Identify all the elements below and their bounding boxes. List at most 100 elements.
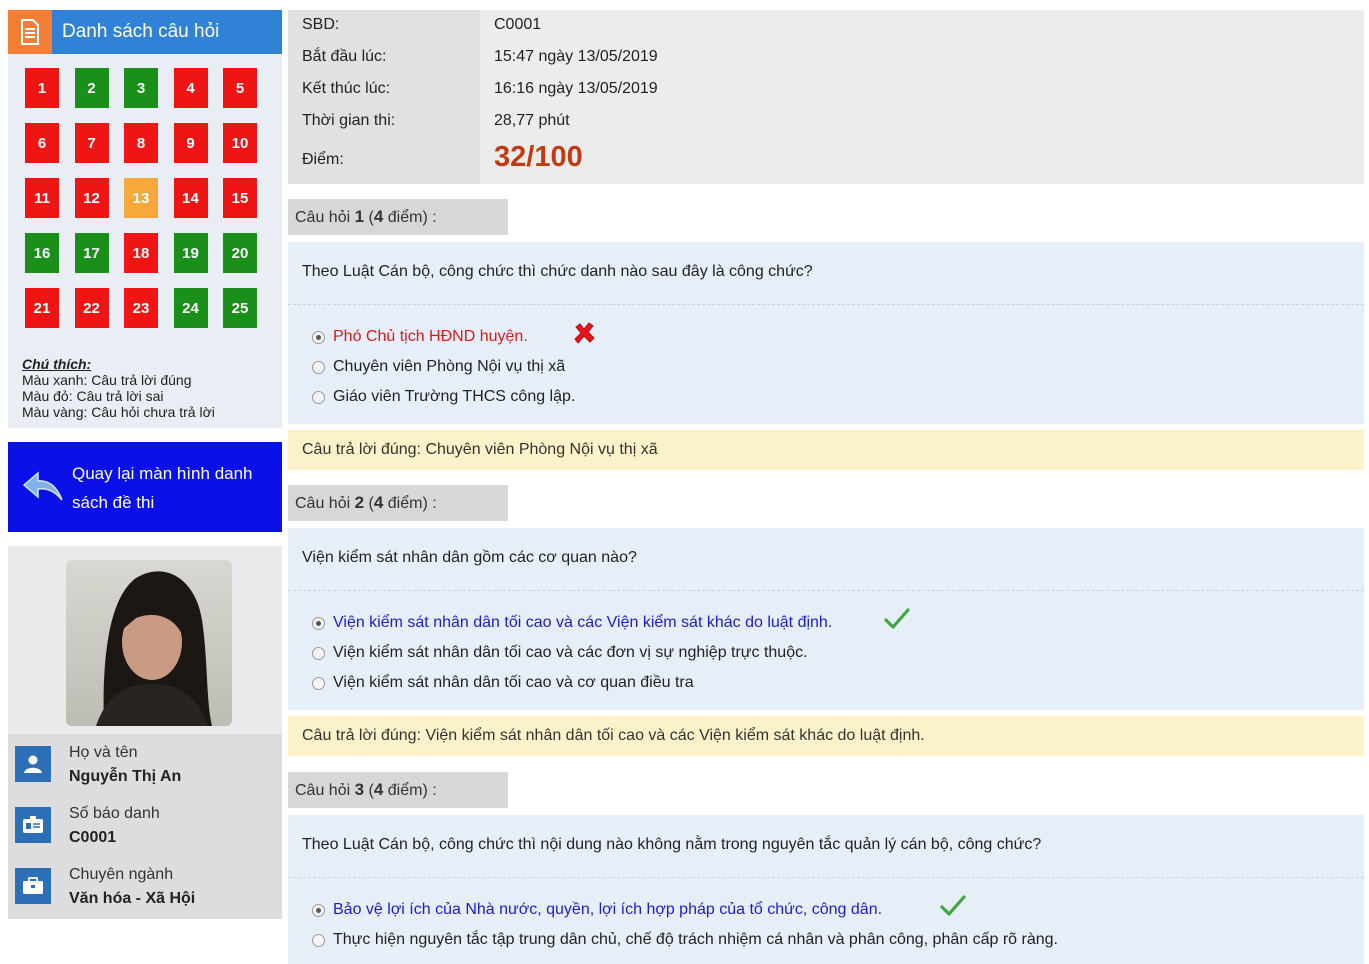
question-nav-10[interactable]: 10 [223,123,257,163]
question-nav-11[interactable]: 11 [25,178,59,218]
id-value: C0001 [69,829,117,846]
score-value: 32/100 [494,141,583,173]
question-nav-19[interactable]: 19 [173,233,208,273]
legend-green: Màu xanh: Câu trả lời đúng [22,372,192,388]
question-2-card: Viện kiểm sát nhân dân gồm các cơ quan n… [288,528,1364,710]
legend: Chú thích: Màu xanh: Câu trả lời đúng Mà… [22,356,215,420]
question-nav-23[interactable]: 23 [124,288,158,328]
question-number: 2 [354,493,365,512]
question-2-text: Viện kiểm sát nhân dân gồm các cơ quan n… [302,549,637,566]
question-nav-6[interactable]: 6 [25,123,59,163]
result-main: SBD: C0001 Bắt đầu lúc: 15:47 ngày 13/05… [288,10,1364,964]
option-text: Giáo viên Trường THCS công lập. [333,388,576,405]
back-button-line2: sách đề thi [72,493,155,512]
question-nav-4[interactable]: 4 [173,68,208,108]
duration-label: Thời gian thi: [302,112,396,129]
question-nav-7[interactable]: 7 [74,123,109,163]
question-2-correct-answer: Câu trả lời đúng: Viện kiểm sát nhân dân… [288,716,1364,756]
question-nav-17[interactable]: 17 [74,233,109,273]
question-nav-9[interactable]: 9 [173,123,208,163]
question-prefix: Câu hỏi [295,495,355,512]
question-1-option-2[interactable]: Chuyên viên Phòng Nội vụ thị xã [312,358,565,376]
candidate-profile: Họ và tên Nguyễn Thị An Số báo danh C000… [8,546,282,919]
id-card-icon [15,807,51,843]
check-mark-icon [884,608,910,635]
check-mark-icon [940,895,966,922]
question-3-card: Theo Luật Cán bộ, công chức thì nội dung… [288,815,1364,964]
question-nav-22[interactable]: 22 [74,288,109,328]
name-value: Nguyễn Thị An [69,768,182,785]
question-nav-12[interactable]: 12 [74,178,109,218]
question-2-option-3[interactable]: Viện kiểm sát nhân dân tối cao và cơ qua… [312,674,694,692]
question-1-text: Theo Luật Cán bộ, công chức thì chức dan… [302,263,813,280]
question-nav-21[interactable]: 21 [25,288,59,328]
question-number: 1 [354,207,365,226]
question-3-option-2[interactable]: Thực hiện nguyên tắc tập trung dân chủ, … [312,931,1058,949]
points-open: ( [364,209,374,226]
legend-title: Chú thích: [22,356,92,372]
back-to-exam-list-button[interactable]: Quay lại màn hình danh sách đề thi [8,442,282,532]
question-nav-15[interactable]: 15 [223,178,257,218]
divider [288,304,1364,305]
start-value: 15:47 ngày 13/05/2019 [494,48,658,65]
points-open: ( [364,495,374,512]
points-suffix: điểm) : [383,782,437,799]
question-nav-5[interactable]: 5 [223,68,257,108]
question-points: 4 [373,207,384,226]
radio-selected[interactable] [312,330,325,344]
question-nav-16[interactable]: 16 [25,233,59,273]
question-nav-2[interactable]: 2 [74,68,109,108]
left-sidebar: Danh sách câu hỏi 1 2 3 4 5 6 7 8 9 10 11 12 13 14 15 1… [8,10,282,919]
option-text: Thực hiện nguyên tắc tập trung dân chủ, … [333,931,1058,948]
question-1-card: Theo Luật Cán bộ, công chức thì chức dan… [288,242,1364,424]
option-text: Chuyên viên Phòng Nội vụ thị xã [333,358,566,375]
question-nav-1[interactable]: 1 [25,68,59,108]
back-arrow-icon [22,470,66,509]
radio-selected[interactable] [312,903,325,917]
question-nav-24[interactable]: 24 [173,288,208,328]
question-nav-8[interactable]: 8 [124,123,158,163]
sbd-label: SBD: [302,16,340,33]
question-nav-20[interactable]: 20 [223,233,257,273]
question-1-option-1[interactable]: Phó Chủ tịch HĐND huyện. [312,328,528,346]
radio[interactable] [312,390,325,404]
question-number: 3 [354,780,365,799]
document-icon [8,10,52,54]
question-2-option-2[interactable]: Viện kiểm sát nhân dân tối cao và các đơ… [312,644,808,662]
briefcase-icon [15,868,51,904]
id-label: Số báo danh [69,805,160,822]
major-row: Chuyên ngành Văn hóa - Xã Hội [8,856,282,912]
question-3-option-1[interactable]: Bảo vệ lợi ích của Nhà nước, quyền, lợi … [312,901,882,919]
sbd-value: C0001 [494,16,542,33]
question-nav-3[interactable]: 3 [124,68,158,108]
question-nav-13[interactable]: 13 [124,178,158,218]
question-1-correct-answer: Câu trả lời đúng: Chuyên viên Phòng Nội … [288,430,1364,470]
points-suffix: điểm) : [383,495,437,512]
option-text: Viện kiểm sát nhân dân tối cao và các Vi… [333,614,833,631]
legend-yellow: Màu vàng: Câu hỏi chưa trả lời [22,404,215,420]
question-list-title: Danh sách câu hỏi [62,21,220,42]
major-value: Văn hóa - Xã Hội [69,890,196,907]
question-1-option-3[interactable]: Giáo viên Trường THCS công lập. [312,388,575,406]
radio[interactable] [312,676,325,690]
question-prefix: Câu hỏi [295,782,355,799]
question-3-header: Câu hỏi 3 (4 điểm) : [288,772,508,808]
radio[interactable] [312,646,325,660]
question-2-option-1[interactable]: Viện kiểm sát nhân dân tối cao và các Vi… [312,614,832,632]
back-button-line1: Quay lại màn hình danh [72,464,253,483]
exam-summary: SBD: C0001 Bắt đầu lúc: 15:47 ngày 13/05… [288,10,1364,184]
divider [288,590,1364,591]
score-label: Điểm: [302,151,344,168]
user-icon [15,746,51,782]
duration-value: 28,77 phút [494,112,570,129]
question-list-header: Danh sách câu hỏi [8,10,282,54]
question-nav-18[interactable]: 18 [124,233,158,273]
question-nav-25[interactable]: 25 [223,288,257,328]
question-3-text: Theo Luật Cán bộ, công chức thì nội dung… [302,836,1042,853]
option-text: Viện kiểm sát nhân dân tối cao và các đơ… [333,644,808,661]
radio-selected[interactable] [312,616,325,630]
radio[interactable] [312,933,325,947]
radio[interactable] [312,360,325,374]
question-nav-14[interactable]: 14 [173,178,208,218]
question-points: 4 [373,493,384,512]
